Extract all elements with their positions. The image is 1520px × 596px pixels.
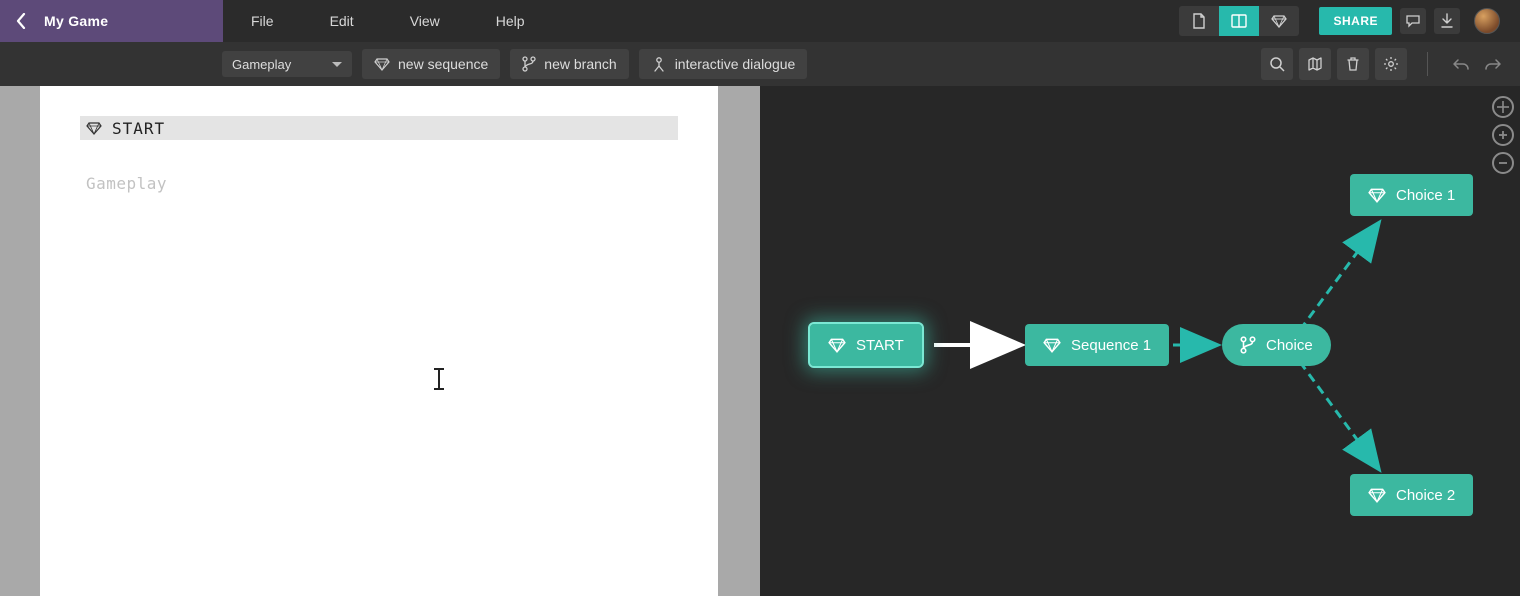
top-bar: My Game File Edit View Help SHARE [0, 0, 1520, 42]
new-sequence-label: new sequence [398, 56, 488, 72]
toolbar-left: Gameplay new sequence new branch interac… [222, 49, 807, 79]
download-button[interactable] [1434, 8, 1460, 34]
view-mode-graph[interactable] [1259, 6, 1299, 36]
branch-icon [1240, 336, 1256, 354]
share-button[interactable]: SHARE [1319, 7, 1392, 35]
menu-help[interactable]: Help [468, 0, 553, 42]
search-button[interactable] [1261, 48, 1293, 80]
view-mode-split[interactable] [1219, 6, 1259, 36]
minus-icon [1498, 158, 1508, 168]
user-avatar[interactable] [1474, 8, 1500, 34]
comments-button[interactable] [1400, 8, 1426, 34]
view-mode-document[interactable] [1179, 6, 1219, 36]
sequence-dropdown[interactable]: Gameplay [222, 51, 352, 77]
document-icon [1192, 13, 1206, 29]
download-icon [1440, 13, 1454, 29]
project-title: My Game [44, 13, 108, 29]
top-right-cluster: SHARE [1319, 7, 1510, 35]
divider [1427, 52, 1428, 76]
toolbar-right [1261, 48, 1506, 80]
new-branch-label: new branch [544, 56, 616, 72]
speech-bubble-icon [1405, 14, 1421, 28]
view-mode-group [1179, 6, 1299, 36]
crosshair-icon [1497, 101, 1509, 113]
menu-edit[interactable]: Edit [302, 0, 382, 42]
settings-button[interactable] [1375, 48, 1407, 80]
new-sequence-button[interactable]: new sequence [362, 49, 500, 79]
graph-node-sequence1[interactable]: Sequence 1 [1025, 324, 1169, 366]
split-view-icon [1231, 14, 1247, 28]
start-block-label: START [112, 119, 165, 138]
diamond-icon [1368, 487, 1386, 503]
script-page[interactable]: START Gameplay [40, 86, 718, 596]
zoom-fit-button[interactable] [1492, 96, 1514, 118]
graph-node-choice-label: Choice [1266, 337, 1313, 354]
diamond-icon [374, 57, 390, 71]
map-icon [1307, 56, 1323, 72]
trash-icon [1346, 56, 1360, 72]
graph-node-choice1-label: Choice 1 [1396, 187, 1455, 204]
text-cursor-icon [438, 368, 440, 390]
graph-node-start[interactable]: START [810, 324, 922, 366]
menu-view[interactable]: View [382, 0, 468, 42]
gear-icon [1383, 56, 1399, 72]
chevron-left-icon [16, 13, 26, 29]
editor-placeholder: Gameplay [86, 174, 678, 193]
start-block[interactable]: START [80, 116, 678, 140]
graph-node-choice1[interactable]: Choice 1 [1350, 174, 1473, 216]
zoom-controls [1492, 96, 1514, 174]
dialogue-icon [651, 56, 667, 72]
diamond-icon [1043, 337, 1061, 353]
diamond-icon [828, 337, 846, 353]
graph-node-start-label: START [856, 337, 904, 354]
toolbar: Gameplay new sequence new branch interac… [0, 42, 1520, 86]
menu-bar: File Edit View Help [223, 0, 553, 42]
redo-button[interactable] [1480, 51, 1506, 77]
graph-node-choice2-label: Choice 2 [1396, 487, 1455, 504]
new-branch-button[interactable]: new branch [510, 49, 628, 79]
graph-node-sequence1-label: Sequence 1 [1071, 337, 1151, 354]
zoom-out-button[interactable] [1492, 152, 1514, 174]
diamond-icon [86, 121, 102, 135]
workspace: START Gameplay [0, 86, 1520, 596]
undo-button[interactable] [1448, 51, 1474, 77]
diamond-icon [1368, 187, 1386, 203]
branch-icon [522, 56, 536, 72]
back-button[interactable] [6, 6, 36, 36]
search-icon [1269, 56, 1285, 72]
interactive-dialogue-button[interactable]: interactive dialogue [639, 49, 808, 79]
sequence-dropdown-value: Gameplay [232, 57, 291, 72]
delete-button[interactable] [1337, 48, 1369, 80]
menu-file[interactable]: File [223, 0, 302, 42]
graph-pane[interactable]: START Sequence 1 Choice Choice 1 Choice … [760, 86, 1520, 596]
graph-node-choice2[interactable]: Choice 2 [1350, 474, 1473, 516]
zoom-in-button[interactable] [1492, 124, 1514, 146]
diamond-icon [1271, 14, 1287, 28]
interactive-dialogue-label: interactive dialogue [675, 56, 796, 72]
plus-icon [1498, 130, 1508, 140]
chevron-down-icon [332, 62, 342, 67]
redo-icon [1484, 57, 1502, 71]
editor-pane: START Gameplay [0, 86, 760, 596]
title-region: My Game [0, 0, 223, 42]
map-button[interactable] [1299, 48, 1331, 80]
undo-icon [1452, 57, 1470, 71]
graph-node-choice[interactable]: Choice [1222, 324, 1331, 366]
